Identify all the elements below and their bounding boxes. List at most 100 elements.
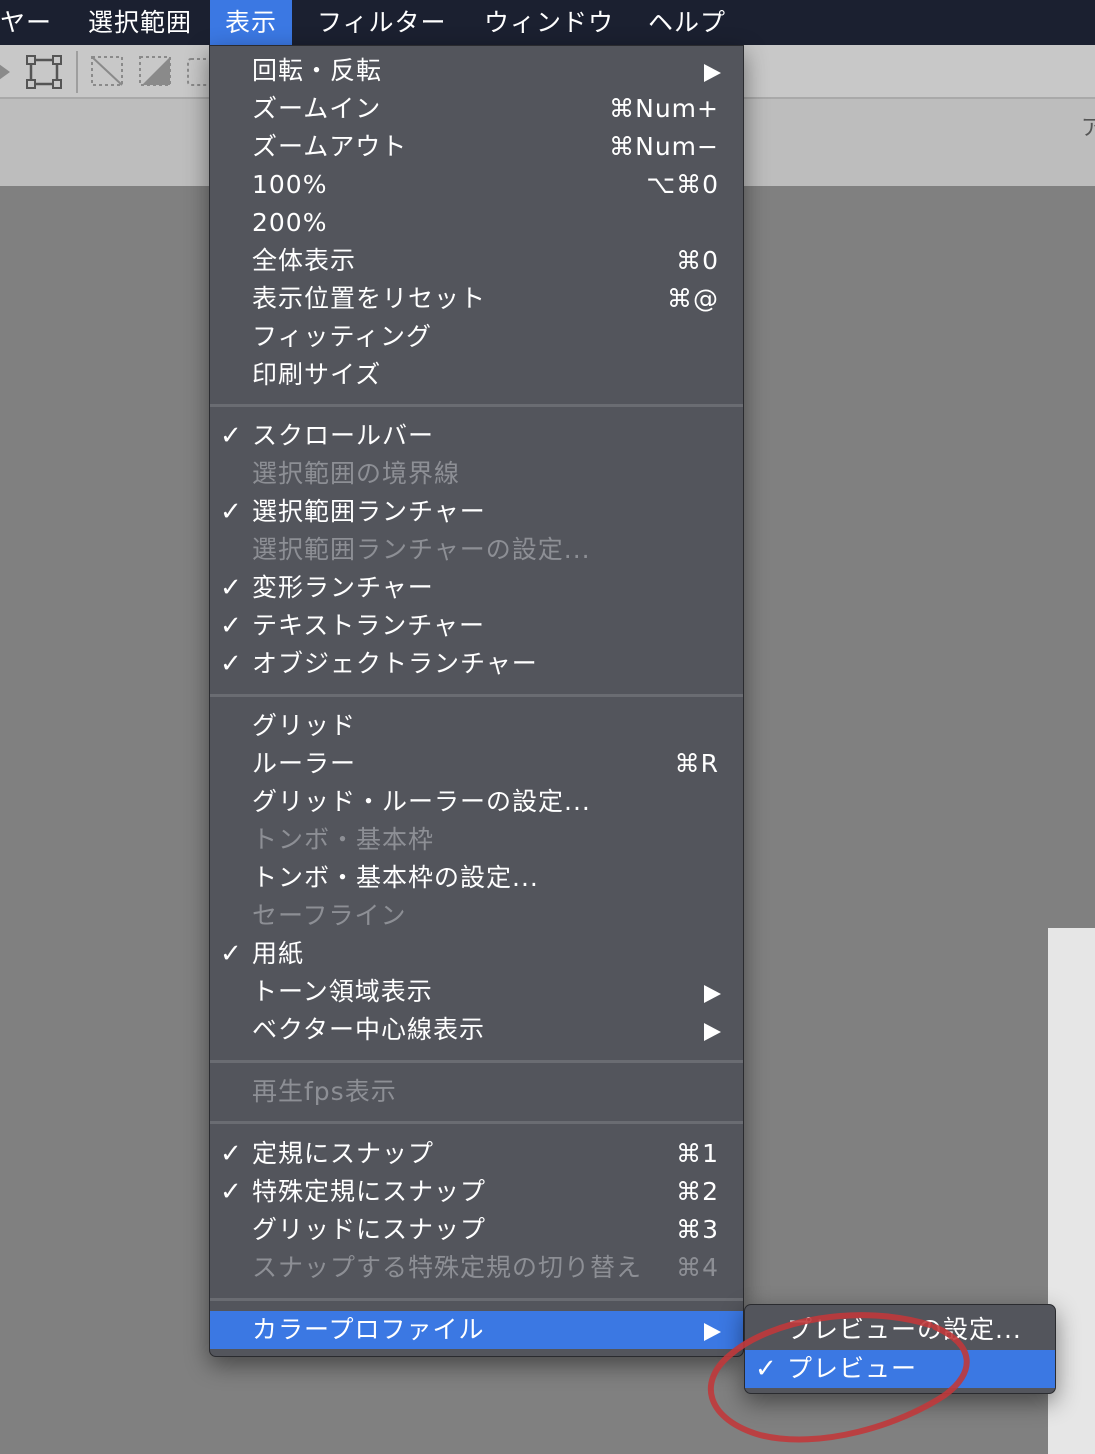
menu-item-playback-fps: 再生fps表示 xyxy=(210,1073,743,1111)
menu-separator xyxy=(210,404,743,407)
menu-item-paper[interactable]: ✓ 用紙 xyxy=(210,935,743,973)
menu-item-crop-marks-settings[interactable]: トンボ・基本枠の設定... xyxy=(210,859,743,897)
menu-item-shortcut: ⌘Num− xyxy=(609,132,719,161)
submenu-item-preview[interactable]: ✓ プレビュー xyxy=(745,1350,1055,1388)
menu-item-selection-launcher-settings: 選択範囲ランチャーの設定... xyxy=(210,531,743,569)
menu-item-label: テキストランチャー xyxy=(252,611,486,640)
menu-item-label: セーフライン xyxy=(252,901,407,930)
menu-item-snap-grid[interactable]: グリッドにスナップ ⌘3 xyxy=(210,1211,743,1249)
menu-item-shortcut: ⌘Num+ xyxy=(609,94,719,123)
menu-item-label: プレビューの設定... xyxy=(787,1315,1022,1344)
menu-item-label: 200% xyxy=(252,208,328,237)
menubar-item-window[interactable]: ウィンドウ xyxy=(484,0,614,45)
menu-item-label: グリッドにスナップ xyxy=(252,1215,487,1244)
checkmark-icon: ✓ xyxy=(220,573,243,603)
menu-item-label: トンボ・基本枠 xyxy=(252,825,435,854)
menu-item-label: プレビュー xyxy=(787,1354,918,1383)
menu-item-label: グリッド・ルーラーの設定... xyxy=(252,787,591,816)
menu-item-toggle-special-ruler-snap: スナップする特殊定規の切り替え ⌘4 xyxy=(210,1249,743,1287)
menu-item-zoom-out[interactable]: ズームアウト ⌘Num− xyxy=(210,128,743,166)
menu-item-crop-marks: トンボ・基本枠 xyxy=(210,821,743,859)
menu-item-label: 表示位置をリセット xyxy=(252,284,487,313)
checkmark-icon: ✓ xyxy=(220,497,243,527)
submenu-arrow-icon xyxy=(704,1023,721,1041)
checkmark-icon: ✓ xyxy=(220,649,243,679)
menu-item-selection-border: 選択範囲の境界線 xyxy=(210,455,743,493)
menu-item-label: トーン領域表示 xyxy=(252,977,433,1006)
submenu-arrow-icon xyxy=(704,64,721,82)
menu-item-label: グリッド xyxy=(252,711,357,740)
menu-item-snap-ruler[interactable]: ✓ 定規にスナップ ⌘1 xyxy=(210,1135,743,1173)
menu-item-tone-area[interactable]: トーン領域表示 xyxy=(210,973,743,1011)
menu-item-label: ズームアウト xyxy=(252,132,408,161)
menu-separator xyxy=(210,1060,743,1063)
menu-bar: ヤー 選択範囲 表示 フィルター ウィンドウ ヘルプ xyxy=(0,0,1095,45)
menu-item-grid[interactable]: グリッド xyxy=(210,707,743,745)
menu-item-label: フィッティング xyxy=(252,322,433,351)
menu-separator xyxy=(210,694,743,697)
menu-item-label: 全体表示 xyxy=(252,246,357,275)
menu-item-label: 変形ランチャー xyxy=(252,573,434,602)
selection-box-icon[interactable] xyxy=(186,55,210,89)
menu-item-shortcut: ⌘R xyxy=(674,749,719,778)
menu-item-fitting[interactable]: フィッティング xyxy=(210,318,743,356)
menubar-item-selection[interactable]: 選択範囲 xyxy=(88,0,192,45)
checkmark-icon: ✓ xyxy=(220,1177,243,1207)
menu-item-snap-special-ruler[interactable]: ✓ 特殊定規にスナップ ⌘2 xyxy=(210,1173,743,1211)
subbar-label: ア xyxy=(1080,116,1095,141)
menu-item-safe-line: セーフライン xyxy=(210,897,743,935)
menu-item-shortcut: ⌥⌘0 xyxy=(646,170,719,199)
menu-item-label: 選択範囲ランチャーの設定... xyxy=(252,535,591,564)
invert-selection-icon[interactable] xyxy=(138,55,174,89)
menu-item-200-percent[interactable]: 200% xyxy=(210,204,743,242)
menubar-item-filter[interactable]: フィルター xyxy=(317,0,447,45)
menu-item-label: オブジェクトランチャー xyxy=(252,649,538,678)
menu-item-grid-ruler-settings[interactable]: グリッド・ルーラーの設定... xyxy=(210,783,743,821)
menu-item-label: 特殊定規にスナップ xyxy=(252,1177,487,1206)
menu-item-rotate-flip[interactable]: 回転・反転 xyxy=(210,52,743,90)
menu-item-label: 用紙 xyxy=(252,939,305,968)
checkmark-icon: ✓ xyxy=(220,939,243,969)
menu-item-label: ズームイン xyxy=(252,94,382,123)
checkmark-icon: ✓ xyxy=(220,421,243,451)
menu-item-label: スクロールバー xyxy=(252,421,435,450)
menu-item-ruler[interactable]: ルーラー ⌘R xyxy=(210,745,743,783)
toolbar-divider xyxy=(76,51,78,93)
menu-item-shortcut: ⌘4 xyxy=(676,1253,719,1282)
color-profile-submenu: プレビューの設定... ✓ プレビュー xyxy=(744,1304,1056,1394)
menu-item-fit-all[interactable]: 全体表示 ⌘0 xyxy=(210,242,743,280)
menu-item-object-launcher[interactable]: ✓ オブジェクトランチャー xyxy=(210,645,743,683)
menu-item-zoom-in[interactable]: ズームイン ⌘Num+ xyxy=(210,90,743,128)
menu-item-color-profile[interactable]: カラープロファイル xyxy=(210,1311,743,1349)
menu-item-print-size[interactable]: 印刷サイズ xyxy=(210,356,743,394)
menu-item-selection-launcher[interactable]: ✓ 選択範囲ランチャー xyxy=(210,493,743,531)
checkmark-icon: ✓ xyxy=(220,1139,243,1169)
menu-separator xyxy=(210,1298,743,1301)
menu-item-reset-position[interactable]: 表示位置をリセット ⌘@ xyxy=(210,280,743,318)
view-menu-dropdown: 回転・反転 ズームイン ⌘Num+ ズームアウト ⌘Num− 100% ⌥⌘0 … xyxy=(209,45,744,1357)
menu-item-shortcut: ⌘0 xyxy=(676,246,719,275)
menu-item-shortcut: ⌘2 xyxy=(676,1177,719,1206)
menubar-item-view[interactable]: 表示 xyxy=(210,0,292,45)
menu-item-transform-launcher[interactable]: ✓ 変形ランチャー xyxy=(210,569,743,607)
menu-item-scrollbar[interactable]: ✓ スクロールバー xyxy=(210,417,743,455)
menu-item-label: 選択範囲の境界線 xyxy=(252,459,461,488)
menu-item-vector-centerline[interactable]: ベクター中心線表示 xyxy=(210,1011,743,1049)
menu-item-label: 定規にスナップ xyxy=(252,1139,435,1168)
transform-box-icon[interactable] xyxy=(26,55,62,89)
menu-item-label: スナップする特殊定規の切り替え xyxy=(252,1253,643,1282)
menu-item-100-percent[interactable]: 100% ⌥⌘0 xyxy=(210,166,743,204)
play-arrow-icon[interactable] xyxy=(0,55,12,89)
menu-item-label: カラープロファイル xyxy=(252,1315,485,1344)
menubar-item-help[interactable]: ヘルプ xyxy=(648,0,726,45)
menu-item-label: 選択範囲ランチャー xyxy=(252,497,486,526)
menubar-item-layer[interactable]: ヤー xyxy=(0,0,52,45)
menu-item-shortcut: ⌘@ xyxy=(667,284,719,313)
checkmark-icon: ✓ xyxy=(220,611,243,641)
menu-item-label: ルーラー xyxy=(252,749,357,778)
submenu-item-preview-settings[interactable]: プレビューの設定... xyxy=(745,1311,1055,1349)
menu-item-shortcut: ⌘1 xyxy=(676,1139,719,1168)
menu-item-label: 回転・反転 xyxy=(252,56,383,85)
menu-item-text-launcher[interactable]: ✓ テキストランチャー xyxy=(210,607,743,645)
clear-selection-icon[interactable] xyxy=(90,55,126,89)
